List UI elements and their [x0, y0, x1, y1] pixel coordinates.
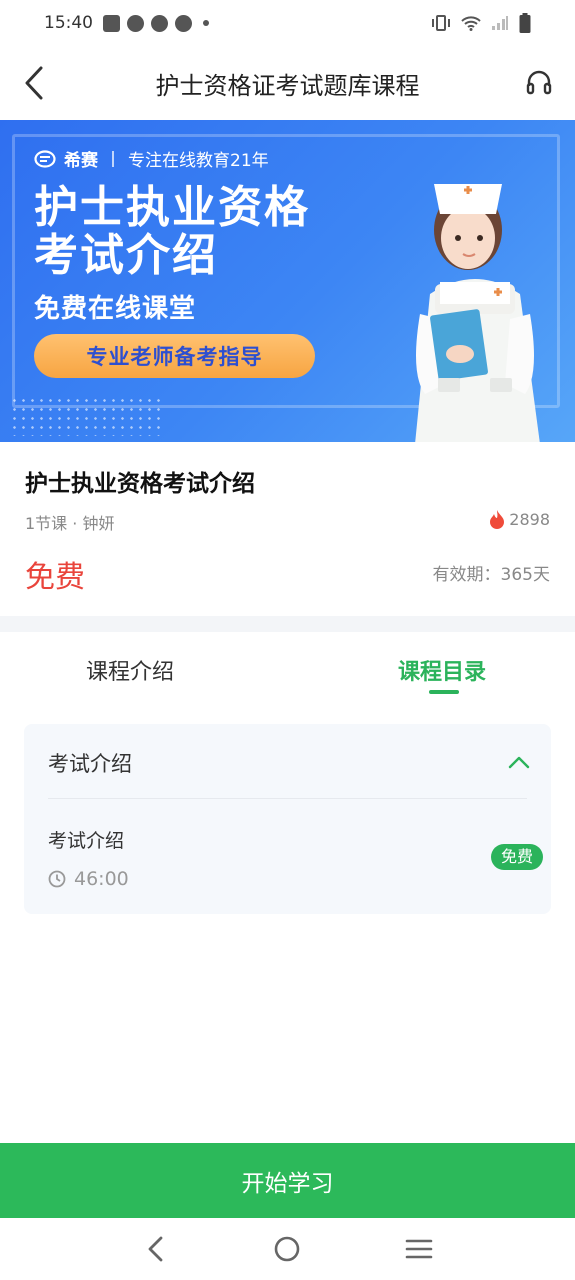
chevron-up-icon[interactable]	[507, 752, 531, 772]
course-info: 护士执业资格考试介绍 1节课 · 钟妍 2898 免费 有效期：365天	[0, 442, 575, 616]
vibrate-icon	[432, 15, 450, 31]
system-home-button[interactable]	[267, 1229, 307, 1269]
status-time: 15:40	[44, 13, 93, 33]
status-bar: 15:40	[0, 0, 575, 46]
banner-headline: 护士执业资格 考试介绍	[34, 184, 310, 280]
back-arrow-icon[interactable]	[20, 64, 50, 102]
clock-icon	[48, 870, 66, 888]
fire-icon	[490, 510, 505, 529]
banner-headline-line1: 护士执业资格	[34, 182, 310, 233]
notification-icons	[103, 14, 209, 32]
banner-pill: 专业老师备考指导	[34, 334, 315, 378]
course-tabs: 课程介绍 课程目录	[0, 632, 575, 710]
brand-name: 希赛	[64, 151, 98, 171]
course-validity: 有效期：365天	[432, 565, 550, 585]
system-menu-icon	[405, 1239, 433, 1259]
tab-course-intro[interactable]: 课程介绍	[86, 654, 174, 686]
system-back-button[interactable]	[136, 1229, 176, 1269]
system-navigation-bar	[0, 1218, 575, 1280]
free-badge: 免费	[490, 844, 543, 870]
banner-subheadline: 免费在线课堂	[34, 294, 197, 324]
course-meta: 1节课 · 钟妍	[25, 514, 115, 533]
nurse-illustration	[415, 184, 540, 442]
course-banner: 希赛 专注在线教育21年 护士执业资格 考试介绍 免费在线课堂 专业老师备考指导	[0, 120, 575, 442]
system-status-icons	[431, 13, 531, 33]
system-home-icon	[275, 1236, 300, 1262]
app-notification-icon	[151, 14, 168, 32]
catalog-chapter: 考试介绍 考试介绍 46:00 免费	[24, 724, 551, 914]
system-back-icon	[148, 1236, 163, 1262]
brand-logo-icon	[34, 149, 56, 168]
hot-count: 2898	[509, 509, 550, 529]
app-notification-icon	[103, 14, 120, 32]
battery-icon	[519, 13, 531, 33]
course-price: 免费	[25, 560, 85, 595]
lesson-title[interactable]: 考试介绍	[48, 826, 124, 853]
banner-headline-line2: 考试介绍	[34, 230, 218, 281]
section-divider	[0, 616, 575, 632]
signal-icon	[492, 16, 508, 30]
lesson-duration-text: 46:00	[74, 868, 129, 890]
brand-tagline: 专注在线教育21年	[128, 151, 269, 171]
nav-bar: 护士资格证考试题库课程	[0, 50, 575, 116]
more-notifications-icon	[203, 20, 209, 26]
app-notification-icon	[127, 14, 144, 32]
lesson-duration: 46:00	[48, 868, 129, 890]
start-learning-button[interactable]: 开始学习	[0, 1143, 575, 1218]
brand-separator	[112, 150, 114, 167]
chapter-title[interactable]: 考试介绍	[48, 748, 132, 778]
chapter-divider	[48, 798, 527, 799]
banner-brand: 希赛 专注在线教育21年	[34, 146, 269, 171]
course-title: 护士执业资格考试介绍	[25, 471, 255, 497]
wifi-icon	[461, 16, 481, 31]
headset-icon[interactable]	[525, 68, 553, 96]
tab-course-catalog[interactable]: 课程目录	[398, 654, 486, 686]
active-tab-indicator	[429, 690, 459, 694]
banner-dot-pattern	[10, 396, 160, 436]
system-menu-button[interactable]	[399, 1229, 439, 1269]
course-popularity: 2898	[489, 509, 550, 529]
app-notification-icon	[175, 14, 192, 32]
page-title: 护士资格证考试题库课程	[155, 71, 420, 100]
